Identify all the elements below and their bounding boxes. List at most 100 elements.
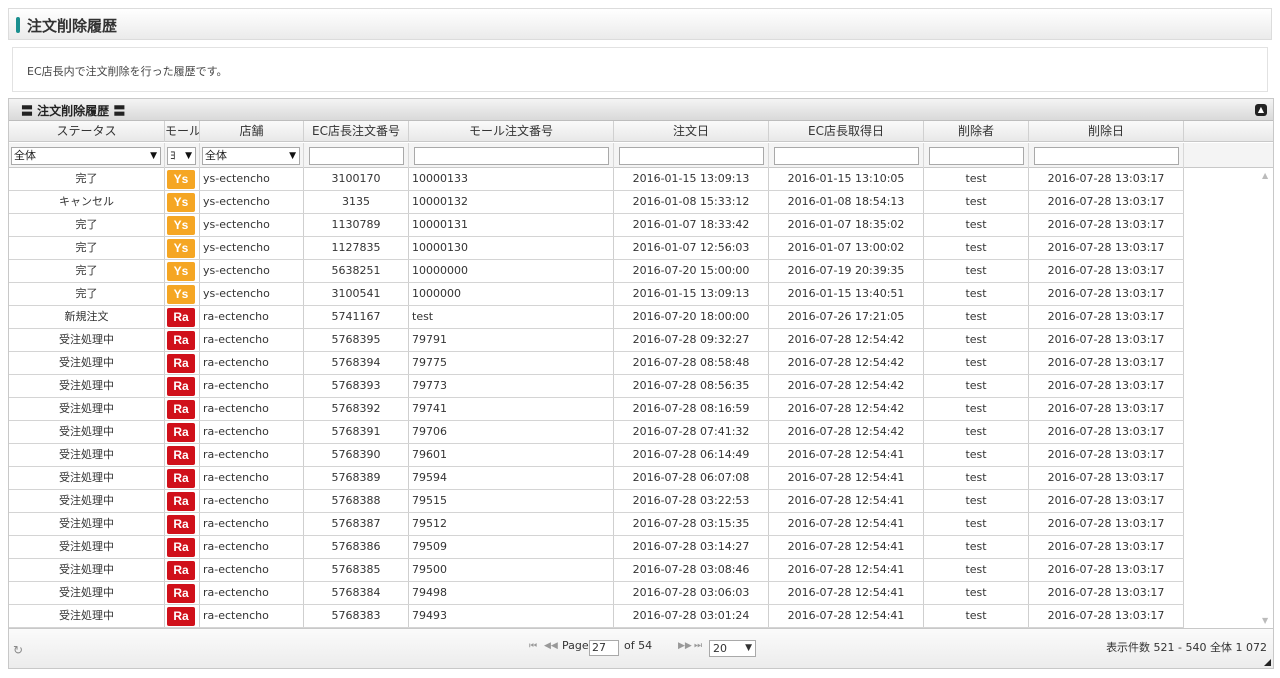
cell-order-date: 2016-07-28 06:14:49 [614, 444, 769, 466]
filter-cell-acquired-date [769, 143, 924, 168]
cell-order-date: 2016-07-28 09:32:27 [614, 329, 769, 351]
column-header-deleted-date[interactable]: 削除日 [1029, 121, 1184, 142]
cell-deleted-by: test [924, 605, 1029, 627]
table-row[interactable]: 完了 Ys ys-ectencho 1127835 10000130 2016-01-07… [9, 237, 1184, 260]
mall-cell: Ys [165, 237, 200, 259]
vertical-scrollbar[interactable]: ▲ ▼ [1261, 168, 1273, 628]
column-header-mall[interactable]: モール [165, 121, 200, 142]
refresh-icon[interactable]: ↻ [13, 643, 23, 657]
table-row[interactable]: 受注処理中 Ra ra-ectencho 5768390 79601 2016-07-28… [9, 444, 1184, 467]
cell-acquired-date: 2016-07-28 12:54:41 [769, 559, 924, 581]
table-row[interactable]: 完了 Ys ys-ectencho 1130789 10000131 2016-01-07… [9, 214, 1184, 237]
last-page-icon[interactable]: ⏭ [694, 641, 702, 651]
column-header-deleted-by[interactable]: 削除者 [924, 121, 1029, 142]
cell-deleted-by: test [924, 283, 1029, 305]
cell-deleted-by: test [924, 306, 1029, 328]
mall-cell: Ra [165, 490, 200, 512]
cell-shop: ra-ectencho [200, 375, 304, 397]
grid-caption: 〓 注文削除履歴 〓 ▲ [9, 99, 1273, 121]
table-row[interactable]: 受注処理中 Ra ra-ectencho 5768386 79509 2016-07-28… [9, 536, 1184, 559]
page-number-input[interactable]: 27 [589, 640, 619, 656]
filter-ec-no-input[interactable] [309, 147, 404, 165]
column-header-status[interactable]: ステータス [9, 121, 165, 142]
filter-order-date-input[interactable] [619, 147, 764, 165]
cell-status: 完了 [9, 214, 165, 236]
filter-deleted-by-input[interactable] [929, 147, 1024, 165]
page-size-select[interactable]: 20 ▼ [709, 640, 756, 657]
mall-cell: Ys [165, 283, 200, 305]
table-row[interactable]: 受注処理中 Ra ra-ectencho 5768391 79706 2016-07-28… [9, 421, 1184, 444]
next-page-icon[interactable]: ▶▶ [678, 641, 692, 651]
table-row[interactable]: 受注処理中 Ra ra-ectencho 5768393 79773 2016-07-28… [9, 375, 1184, 398]
column-header-acquired-date[interactable]: EC店長取得日 [769, 121, 924, 142]
table-row[interactable]: 受注処理中 Ra ra-ectencho 5768385 79500 2016-07-28… [9, 559, 1184, 582]
cell-ec-no: 3135 [304, 191, 409, 213]
table-row[interactable]: 完了 Ys ys-ectencho 3100170 10000133 2016-01-15… [9, 168, 1184, 191]
filter-cell-deleted-by [924, 143, 1029, 168]
mall-cell: Ra [165, 444, 200, 466]
order-deletion-grid: 〓 注文削除履歴 〓 ▲ ステータス モール 店舗 EC店長注文番号 モール注文番号 注文… [8, 98, 1274, 669]
table-row[interactable]: 完了 Ys ys-ectencho 5638251 10000000 2016-07-20… [9, 260, 1184, 283]
cell-deleted-by: test [924, 467, 1029, 489]
cell-shop: ys-ectencho [200, 168, 304, 190]
mall-badge: Ra [167, 607, 195, 626]
cell-deleted-date: 2016-07-28 13:03:17 [1029, 513, 1184, 535]
table-row[interactable]: 受注処理中 Ra ra-ectencho 5768395 79791 2016-07-28… [9, 329, 1184, 352]
column-header-shop[interactable]: 店舗 [200, 121, 304, 142]
table-row[interactable]: 受注処理中 Ra ra-ectencho 5768384 79498 2016-07-28… [9, 582, 1184, 605]
mall-badge: Ra [167, 354, 195, 373]
cell-acquired-date: 2016-07-28 12:54:42 [769, 329, 924, 351]
cell-mall-no: 79594 [409, 467, 614, 489]
table-row[interactable]: 完了 Ys ys-ectencho 3100541 1000000 2016-01-15 … [9, 283, 1184, 306]
first-page-icon[interactable]: ⏮ [529, 641, 537, 651]
column-header-mall-no[interactable]: モール注文番号 [409, 121, 614, 142]
scroll-up-icon[interactable]: ▲ [1262, 171, 1268, 180]
cell-deleted-date: 2016-07-28 13:03:17 [1029, 352, 1184, 374]
mall-cell: Ra [165, 352, 200, 374]
table-row[interactable]: キャンセル Ys ys-ectencho 3135 10000132 2016-01-08… [9, 191, 1184, 214]
mall-badge: Ra [167, 446, 195, 465]
table-row[interactable]: 受注処理中 Ra ra-ectencho 5768388 79515 2016-07-28… [9, 490, 1184, 513]
cell-ec-no: 5768388 [304, 490, 409, 512]
filter-deleted-date-input[interactable] [1034, 147, 1179, 165]
filter-shop-select[interactable]: 全体 ▼ [202, 147, 300, 165]
cell-deleted-date: 2016-07-28 13:03:17 [1029, 214, 1184, 236]
table-row[interactable]: 受注処理中 Ra ra-ectencho 5768392 79741 2016-07-28… [9, 398, 1184, 421]
collapse-toggle-icon[interactable]: ▲ [1255, 104, 1267, 116]
cell-status: 受注処理中 [9, 490, 165, 512]
filter-acquired-date-input[interactable] [774, 147, 919, 165]
resize-grip-icon[interactable] [1264, 659, 1271, 666]
scroll-down-icon[interactable]: ▼ [1262, 616, 1268, 625]
cell-status: 完了 [9, 283, 165, 305]
mall-badge: Ra [167, 423, 195, 442]
column-header-order-date[interactable]: 注文日 [614, 121, 769, 142]
column-header-ec-no[interactable]: EC店長注文番号 [304, 121, 409, 142]
cell-mall-no: 79500 [409, 559, 614, 581]
cell-shop: ra-ectencho [200, 582, 304, 604]
column-header-row: ステータス モール 店舗 EC店長注文番号 モール注文番号 注文日 EC店長取得日 削除者 削除… [9, 121, 1273, 142]
page-title: 注文削除履歴 [27, 17, 118, 35]
table-row[interactable]: 受注処理中 Ra ra-ectencho 5768394 79775 2016-07-28… [9, 352, 1184, 375]
cell-acquired-date: 2016-07-28 12:54:41 [769, 536, 924, 558]
cell-shop: ys-ectencho [200, 260, 304, 282]
filter-mall-select[interactable]: ﾖ ▼ [167, 147, 196, 165]
mall-cell: Ra [165, 467, 200, 489]
table-row[interactable]: 受注処理中 Ra ra-ectencho 5768383 79493 2016-07-28… [9, 605, 1184, 628]
table-row[interactable]: 受注処理中 Ra ra-ectencho 5768387 79512 2016-07-28… [9, 513, 1184, 536]
cell-status: 受注処理中 [9, 398, 165, 420]
prev-page-icon[interactable]: ◀◀ [544, 641, 558, 651]
cell-ec-no: 5768394 [304, 352, 409, 374]
cell-ec-no: 1127835 [304, 237, 409, 259]
cell-ec-no: 1130789 [304, 214, 409, 236]
table-row[interactable]: 新規注文 Ra ra-ectencho 5741167 test 2016-07-20 1… [9, 306, 1184, 329]
filter-mall-no-input[interactable] [414, 147, 609, 165]
table-row[interactable]: 受注処理中 Ra ra-ectencho 5768389 79594 2016-07-28… [9, 467, 1184, 490]
cell-deleted-by: test [924, 513, 1029, 535]
cell-deleted-date: 2016-07-28 13:03:17 [1029, 398, 1184, 420]
cell-shop: ys-ectencho [200, 237, 304, 259]
cell-status: 受注処理中 [9, 421, 165, 443]
cell-order-date: 2016-01-07 12:56:03 [614, 237, 769, 259]
filter-status-select[interactable]: 全体 ▼ [11, 147, 161, 165]
cell-shop: ra-ectencho [200, 490, 304, 512]
cell-ec-no: 5768390 [304, 444, 409, 466]
